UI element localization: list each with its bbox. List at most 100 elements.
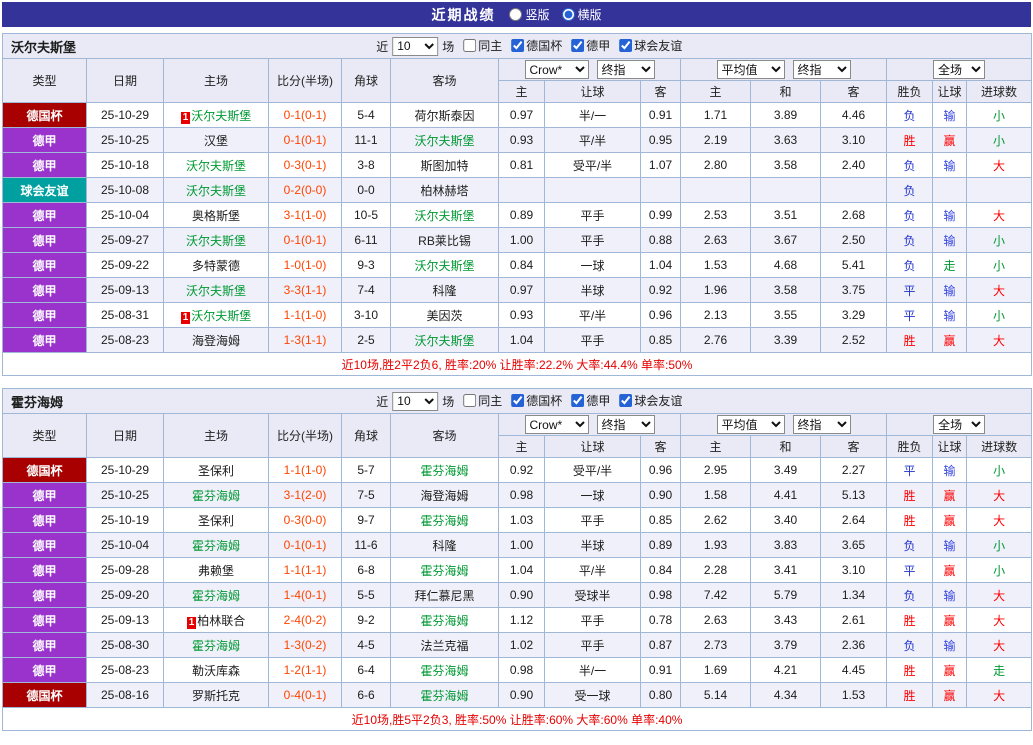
team-link[interactable]: 霍芬海姆 [192, 589, 240, 603]
team-link[interactable]: 美因茨 [426, 309, 462, 323]
filter-option[interactable]: 球会友谊 [619, 37, 682, 54]
asia-home-odds-cell: 0.98 [499, 483, 545, 508]
filter-checkbox[interactable] [511, 39, 524, 52]
match-count-select[interactable]: 10 [392, 37, 438, 56]
away-team-cell: 拜仁慕尼黑 [391, 583, 499, 608]
europe-time-select[interactable]: 终指 [793, 60, 851, 79]
view-option-horizontal[interactable]: 横版 [562, 6, 602, 23]
team-link[interactable]: 霍芬海姆 [420, 564, 468, 578]
team-link[interactable]: 海登海姆 [192, 334, 240, 348]
team-link[interactable]: 柏林联合 [197, 614, 245, 628]
filter-option[interactable]: 德国杯 [511, 392, 562, 409]
euro-away-odds-cell: 5.41 [821, 253, 887, 278]
team-link[interactable]: 霍芬海姆 [420, 614, 468, 628]
euro-away-odds-cell: 2.50 [821, 228, 887, 253]
filter-checkbox[interactable] [619, 39, 632, 52]
team-link[interactable]: 斯图加特 [420, 159, 468, 173]
asia-handicap-cell: 一球 [545, 483, 641, 508]
match-count-select[interactable]: 10 [392, 392, 438, 411]
view-option-vertical[interactable]: 竖版 [509, 6, 549, 23]
asia-handicap-cell: 受平/半 [545, 458, 641, 483]
team-header-cell: 霍芬海姆 近 10 场 同主德国杯德甲球会友谊 [3, 389, 1032, 414]
away-team-cell: 沃尔夫斯堡 [391, 253, 499, 278]
away-team-cell: 美因茨 [391, 303, 499, 328]
scope-select[interactable]: 全场 [933, 60, 985, 79]
team-link[interactable]: 法兰克福 [420, 639, 468, 653]
vertical-radio[interactable] [509, 8, 522, 21]
team-link[interactable]: 汉堡 [204, 134, 228, 148]
team-link[interactable]: 沃尔夫斯堡 [191, 109, 251, 123]
filter-option-label: 德国杯 [526, 37, 562, 54]
scope-select[interactable]: 全场 [933, 415, 985, 434]
team-link[interactable]: 海登海姆 [420, 489, 468, 503]
euro-draw-odds-cell: 4.34 [751, 683, 821, 708]
filter-option[interactable]: 德甲 [571, 392, 610, 409]
team-link[interactable]: 科隆 [432, 539, 456, 553]
asia-handicap-cell: 平手 [545, 228, 641, 253]
filter-checkbox[interactable] [619, 394, 632, 407]
europe-company-select[interactable]: 平均值 [717, 60, 785, 79]
team-link[interactable]: 霍芬海姆 [420, 514, 468, 528]
team-link[interactable]: 霍芬海姆 [420, 464, 468, 478]
col-header-result: 胜负 [887, 436, 933, 458]
team-link[interactable]: 霍芬海姆 [420, 664, 468, 678]
team-link[interactable]: 沃尔夫斯堡 [414, 134, 474, 148]
team-link[interactable]: 奥格斯堡 [192, 209, 240, 223]
asia-company-select[interactable]: Crow* [525, 415, 589, 434]
filter-option[interactable]: 德国杯 [511, 37, 562, 54]
filter-option[interactable]: 同主 [463, 392, 502, 409]
col-header-home: 主场 [164, 59, 269, 103]
team-link[interactable]: 拜仁慕尼黑 [414, 589, 474, 603]
horizontal-radio[interactable] [562, 8, 575, 21]
away-team-cell: 霍芬海姆 [391, 558, 499, 583]
home-team-cell: 海登海姆 [164, 328, 269, 353]
team-link[interactable]: 沃尔夫斯堡 [186, 159, 246, 173]
team-link[interactable]: 圣保利 [198, 514, 234, 528]
home-team-cell: 1柏林联合 [164, 608, 269, 633]
team-link[interactable]: 霍芬海姆 [420, 689, 468, 703]
team-link[interactable]: 圣保利 [198, 464, 234, 478]
matches-table: 霍芬海姆 近 10 场 同主德国杯德甲球会友谊 类型 日期 主场 [2, 388, 1032, 731]
filter-option[interactable]: 球会友谊 [619, 392, 682, 409]
away-team-cell: 沃尔夫斯堡 [391, 328, 499, 353]
filter-checkbox[interactable] [463, 39, 476, 52]
asia-company-select[interactable]: Crow* [525, 60, 589, 79]
euro-draw-odds-cell: 3.58 [751, 153, 821, 178]
europe-time-select[interactable]: 终指 [793, 415, 851, 434]
asia-time-select[interactable]: 终指 [597, 60, 655, 79]
euro-home-odds-cell: 2.95 [681, 458, 751, 483]
team-link[interactable]: 荷尔斯泰因 [414, 109, 474, 123]
team-link[interactable]: 科隆 [432, 284, 456, 298]
team-link[interactable]: 霍芬海姆 [192, 539, 240, 553]
filter-checkbox[interactable] [571, 39, 584, 52]
team-link[interactable]: 沃尔夫斯堡 [414, 259, 474, 273]
team-block: 沃尔夫斯堡 近 10 场 同主德国杯德甲球会友谊 类型 日期 主场 [2, 33, 1031, 376]
rank-badge: 1 [187, 617, 197, 629]
filter-checkbox[interactable] [571, 394, 584, 407]
team-link[interactable]: 弗赖堡 [198, 564, 234, 578]
team-link[interactable]: 沃尔夫斯堡 [186, 234, 246, 248]
team-link[interactable]: 霍芬海姆 [192, 639, 240, 653]
team-link[interactable]: 沃尔夫斯堡 [191, 309, 251, 323]
asia-time-select[interactable]: 终指 [597, 415, 655, 434]
date-cell: 25-10-25 [87, 483, 164, 508]
europe-company-select[interactable]: 平均值 [717, 415, 785, 434]
team-link[interactable]: 沃尔夫斯堡 [414, 334, 474, 348]
team-link[interactable]: 沃尔夫斯堡 [186, 184, 246, 198]
team-link[interactable]: 柏林赫塔 [420, 184, 468, 198]
team-link[interactable]: 勒沃库森 [192, 664, 240, 678]
team-link[interactable]: 沃尔夫斯堡 [186, 284, 246, 298]
handicap-result-cell: 输 [933, 583, 967, 608]
team-link[interactable]: 霍芬海姆 [192, 489, 240, 503]
team-link[interactable]: 罗斯托克 [192, 689, 240, 703]
filter-checkbox[interactable] [511, 394, 524, 407]
home-team-cell: 霍芬海姆 [164, 633, 269, 658]
filter-option[interactable]: 同主 [463, 37, 502, 54]
team-link[interactable]: 沃尔夫斯堡 [414, 209, 474, 223]
filter-option[interactable]: 德甲 [571, 37, 610, 54]
goals-result-cell: 小 [967, 228, 1032, 253]
filter-checkbox[interactable] [463, 394, 476, 407]
team-link[interactable]: RB莱比锡 [418, 234, 471, 248]
asia-home-odds-cell: 1.04 [499, 558, 545, 583]
team-link[interactable]: 多特蒙德 [192, 259, 240, 273]
